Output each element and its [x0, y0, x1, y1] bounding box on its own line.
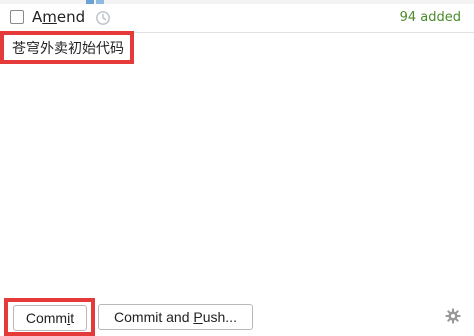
highlight-box-message	[0, 31, 134, 64]
changes-added-status: 94 added	[399, 10, 461, 25]
gear-icon[interactable]	[445, 308, 461, 324]
clock-history-icon[interactable]	[95, 10, 111, 26]
commit-and-push-button[interactable]: Commit and Push...	[98, 304, 253, 330]
commit-options-header: Amend 94 added	[0, 4, 474, 33]
amend-label[interactable]: Amend	[32, 8, 85, 26]
amend-checkbox[interactable]	[10, 10, 24, 24]
highlight-box-commit	[4, 298, 95, 336]
